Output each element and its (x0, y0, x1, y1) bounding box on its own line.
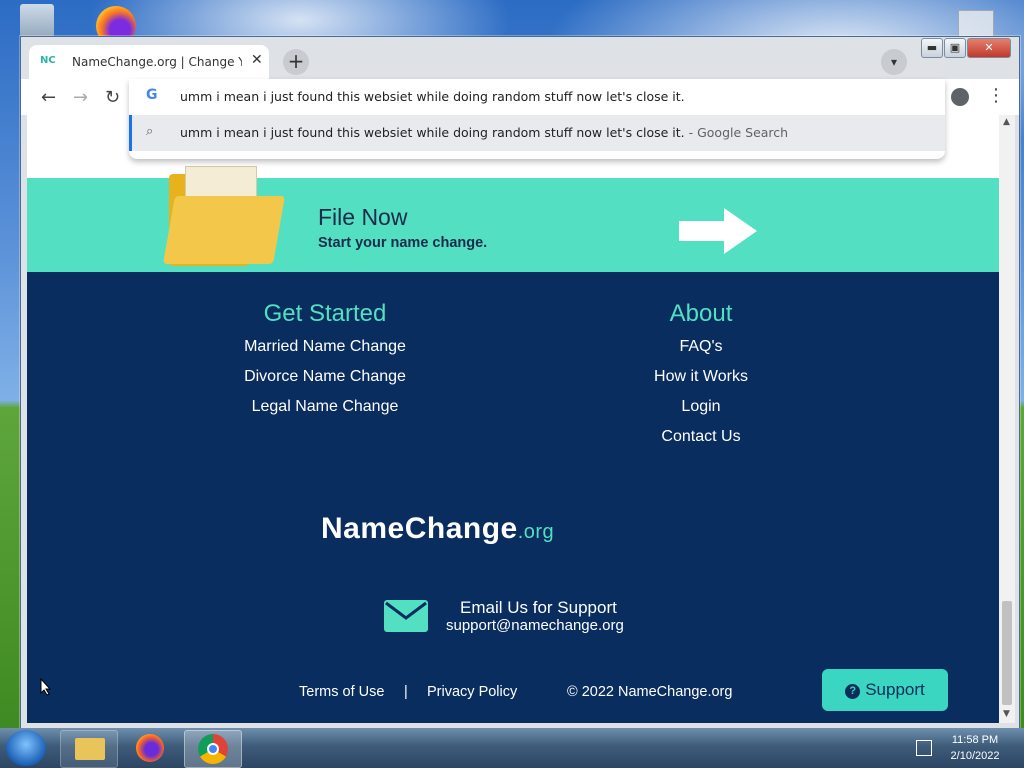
chrome-icon (198, 734, 228, 764)
login-link[interactable]: Login (551, 392, 851, 422)
about-heading: About (669, 300, 733, 327)
suggestion-suffix: - Google Search (688, 125, 789, 140)
clock-time: 11:58 PM (951, 734, 999, 746)
search-icon: ⌕ (146, 124, 154, 139)
new-tab-button[interactable]: + (283, 49, 309, 75)
suggestion-text: umm i mean i just found this websiet whi… (180, 125, 789, 140)
legal-name-change-link[interactable]: Legal Name Change (175, 392, 475, 422)
recycle-bin-icon[interactable] (20, 4, 54, 40)
browser-window: NC NameChange.org | Change Your ✕ + ▾ ▬ … (20, 36, 1020, 730)
support-button[interactable]: ? Support (822, 669, 948, 711)
search-suggestion[interactable]: ⌕ umm i mean i just found this websiet w… (129, 115, 945, 151)
copyright-text: © 2022 NameChange.org (567, 684, 733, 700)
mouse-cursor-icon (40, 678, 52, 696)
taskbar-explorer[interactable] (60, 730, 118, 768)
how-it-works-link[interactable]: How it Works (551, 362, 851, 392)
about-column: About FAQ's How it Works Login Contact U… (551, 300, 851, 452)
reload-icon[interactable]: ↻ (105, 87, 120, 108)
taskbar-chrome[interactable] (184, 730, 242, 768)
google-icon: G (146, 87, 158, 103)
file-now-title[interactable]: File Now (318, 204, 407, 231)
forward-icon[interactable]: → (73, 87, 88, 108)
close-window-button[interactable]: ✕ (967, 38, 1011, 58)
profile-icon[interactable] (951, 88, 969, 106)
taskbar-firefox[interactable] (122, 730, 178, 766)
get-started-column: Get Started Married Name Change Divorce … (175, 300, 475, 422)
file-now-subtitle: Start your name change. (318, 235, 488, 251)
start-button[interactable] (6, 730, 46, 766)
close-tab-icon[interactable]: ✕ (251, 52, 263, 68)
contact-us-link[interactable]: Contact Us (551, 422, 851, 452)
scroll-up-icon[interactable]: ▲ (1003, 117, 1010, 127)
scrollbar-thumb[interactable] (1002, 601, 1012, 705)
maximize-button[interactable]: ▣ (944, 38, 966, 58)
tab-search-icon[interactable]: ▾ (881, 49, 907, 75)
page-scrollbar[interactable]: ▲ ▼ (999, 115, 1015, 723)
tab-strip: NC NameChange.org | Change Your ✕ + ▾ ▬ … (21, 37, 1019, 79)
privacy-link[interactable]: Privacy Policy (427, 684, 517, 700)
network-icon[interactable] (916, 740, 932, 756)
folder-icon (163, 166, 285, 266)
footer-separator: | (404, 684, 408, 700)
brand-suffix: .org (517, 521, 555, 543)
get-started-heading: Get Started (263, 300, 387, 327)
email-support-heading[interactable]: Email Us for Support (460, 598, 617, 618)
tab-title: NameChange.org | Change Your (72, 55, 242, 69)
help-icon: ? (845, 684, 861, 699)
scroll-down-icon[interactable]: ▼ (1003, 709, 1010, 719)
file-now-banner[interactable]: File Now Start your name change. (27, 166, 999, 272)
arrow-right-icon[interactable] (679, 206, 759, 256)
firefox-icon (136, 734, 164, 762)
browser-tab[interactable]: NC NameChange.org | Change Your ✕ (29, 45, 269, 79)
omnibox-dropdown: G umm i mean i just found this websiet w… (129, 79, 945, 159)
address-input[interactable]: umm i mean i just found this websiet whi… (180, 89, 685, 104)
support-button-label: Support (865, 680, 925, 699)
favicon-icon: NC (40, 55, 56, 66)
mail-icon[interactable] (384, 600, 428, 632)
page-viewport: File Now Start your name change. Get Sta… (27, 115, 999, 723)
brand-logo[interactable]: NameChange.org (321, 512, 554, 546)
site-footer: Get Started Married Name Change Divorce … (27, 272, 999, 723)
terms-link[interactable]: Terms of Use (299, 684, 384, 700)
support-email-link[interactable]: support@namechange.org (446, 617, 624, 634)
clock-date: 2/10/2022 (950, 750, 1000, 762)
back-icon[interactable]: ← (41, 87, 56, 108)
menu-icon[interactable]: ⋮ (987, 85, 1005, 106)
window-controls: ▬ ▣ ✕ (917, 38, 1017, 58)
folder-icon (75, 738, 105, 760)
divorce-name-change-link[interactable]: Divorce Name Change (175, 362, 475, 392)
taskbar: 11:58 PM 2/10/2022 (0, 728, 1024, 768)
system-clock[interactable]: 11:58 PM 2/10/2022 (940, 732, 1010, 764)
minimize-button[interactable]: ▬ (921, 38, 943, 58)
faqs-link[interactable]: FAQ's (551, 332, 851, 362)
married-name-change-link[interactable]: Married Name Change (175, 332, 475, 362)
address-bar[interactable]: G umm i mean i just found this websiet w… (129, 79, 945, 115)
